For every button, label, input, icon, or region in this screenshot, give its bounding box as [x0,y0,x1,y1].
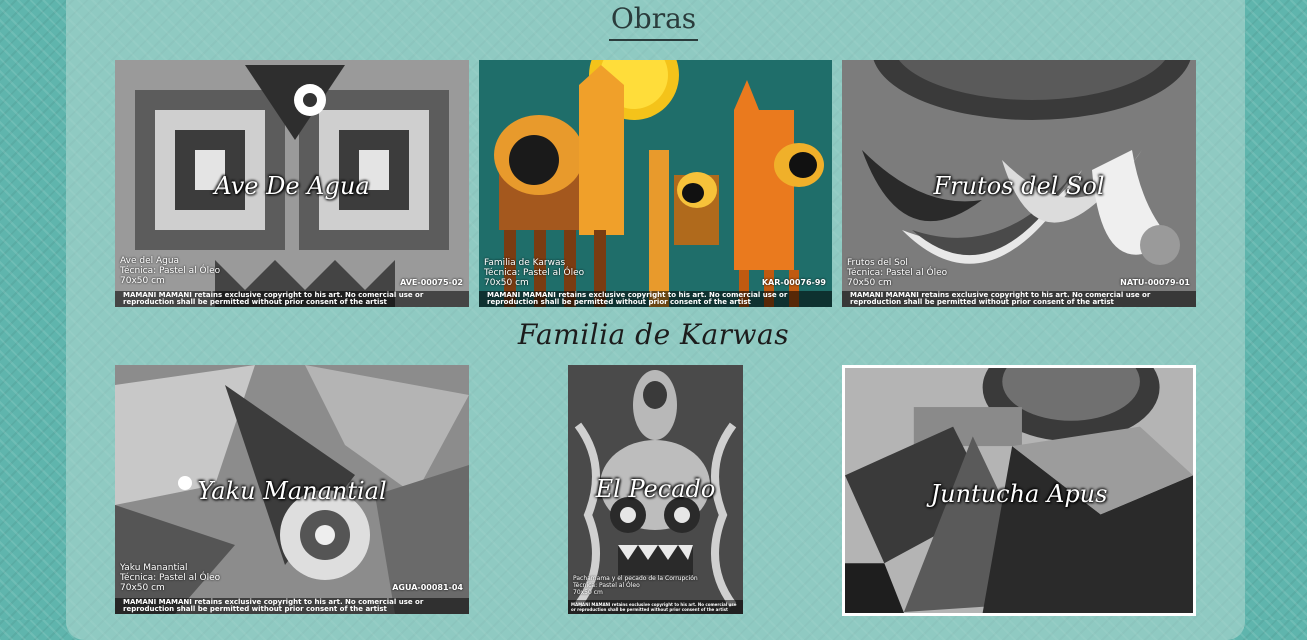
copyright-notice: MAMANI MAMANI retains exclusive copyrigh… [568,600,743,614]
artwork-title: El Pecado [595,475,716,503]
artwork-code: AGUA-00081-04 [392,583,463,592]
artwork-size: 70x50 cm [847,278,892,288]
artwork-size: 70x50 cm [120,583,165,593]
artwork-info: Frutos del Sol Técnica: Pastel al Óleo 7… [847,258,947,288]
series-heading: Familia de Karwas [517,318,790,351]
artwork-title: Ave De Agua [214,172,370,200]
artwork-technique: Técnica: Pastel al Óleo [120,573,221,583]
artwork-technique: Técnica: Pastel al Óleo [120,266,221,276]
artwork-title: Yaku Manantial [197,477,387,505]
copyright-notice: MAMANI MAMANI retains exclusive copyrigh… [479,291,832,307]
artwork-name: Yaku Manantial [120,563,188,573]
artwork-card-yaku-manantial[interactable]: Yaku Manantial Yaku Manantial Técnica: P… [115,365,469,614]
artwork-info: Familia de Karwas Técnica: Pastel al Óle… [484,258,584,288]
artwork-card-ave-de-agua[interactable]: Ave De Agua Ave del Agua Técnica: Pastel… [115,60,469,307]
artwork-info: Ave del Agua Técnica: Pastel al Óleo 70x… [120,256,220,286]
artwork-info: Yaku Manantial Técnica: Pastel al Óleo 7… [120,563,220,593]
artwork-code: NATU-00079-01 [1120,278,1190,287]
artwork-size: 70x50 cm [484,278,529,288]
artwork-technique: Técnica: Pastel al Óleo [847,268,948,278]
copyright-notice: MAMANI MAMANI retains exclusive copyrigh… [115,598,469,614]
artwork-card-juntucha-apus[interactable]: Juntucha Apus [842,365,1196,616]
artwork-size: 70x50 cm [120,276,165,286]
artwork-technique: Técnica: Pastel al Óleo [484,268,585,278]
artwork-name: Familia de Karwas [484,258,566,268]
artwork-card-el-pecado[interactable]: El Pecado Pachamama y el pecado de la Co… [568,365,743,614]
artwork-name: Pachamama y el pecado de la Corrupción [573,575,698,582]
artwork-card-familia-de-karwas[interactable]: Familia de Karwas Técnica: Pastel al Óle… [479,60,832,307]
copyright-notice: MAMANI MAMANI retains exclusive copyrigh… [115,291,469,307]
artwork-card-frutos-del-sol[interactable]: Frutos del Sol Frutos del Sol Técnica: P… [842,60,1196,307]
artwork-title: Juntucha Apus [930,480,1108,508]
section-heading: Obras [0,2,1307,41]
section-heading-text: Obras [608,2,699,41]
artwork-code: KAR-00076-99 [761,278,826,287]
artwork-info: Pachamama y el pecado de la Corrupción T… [573,575,698,596]
artwork-size: 70x50 cm [573,589,603,596]
artwork-title: Frutos del Sol [933,172,1105,200]
artwork-name: Frutos del Sol [847,258,908,268]
copyright-notice: MAMANI MAMANI retains exclusive copyrigh… [842,291,1196,307]
artwork-technique: Técnica: Pastel al Óleo [573,582,640,589]
artwork-code: AVE-00075-02 [400,278,463,287]
artwork-name: Ave del Agua [120,256,180,266]
